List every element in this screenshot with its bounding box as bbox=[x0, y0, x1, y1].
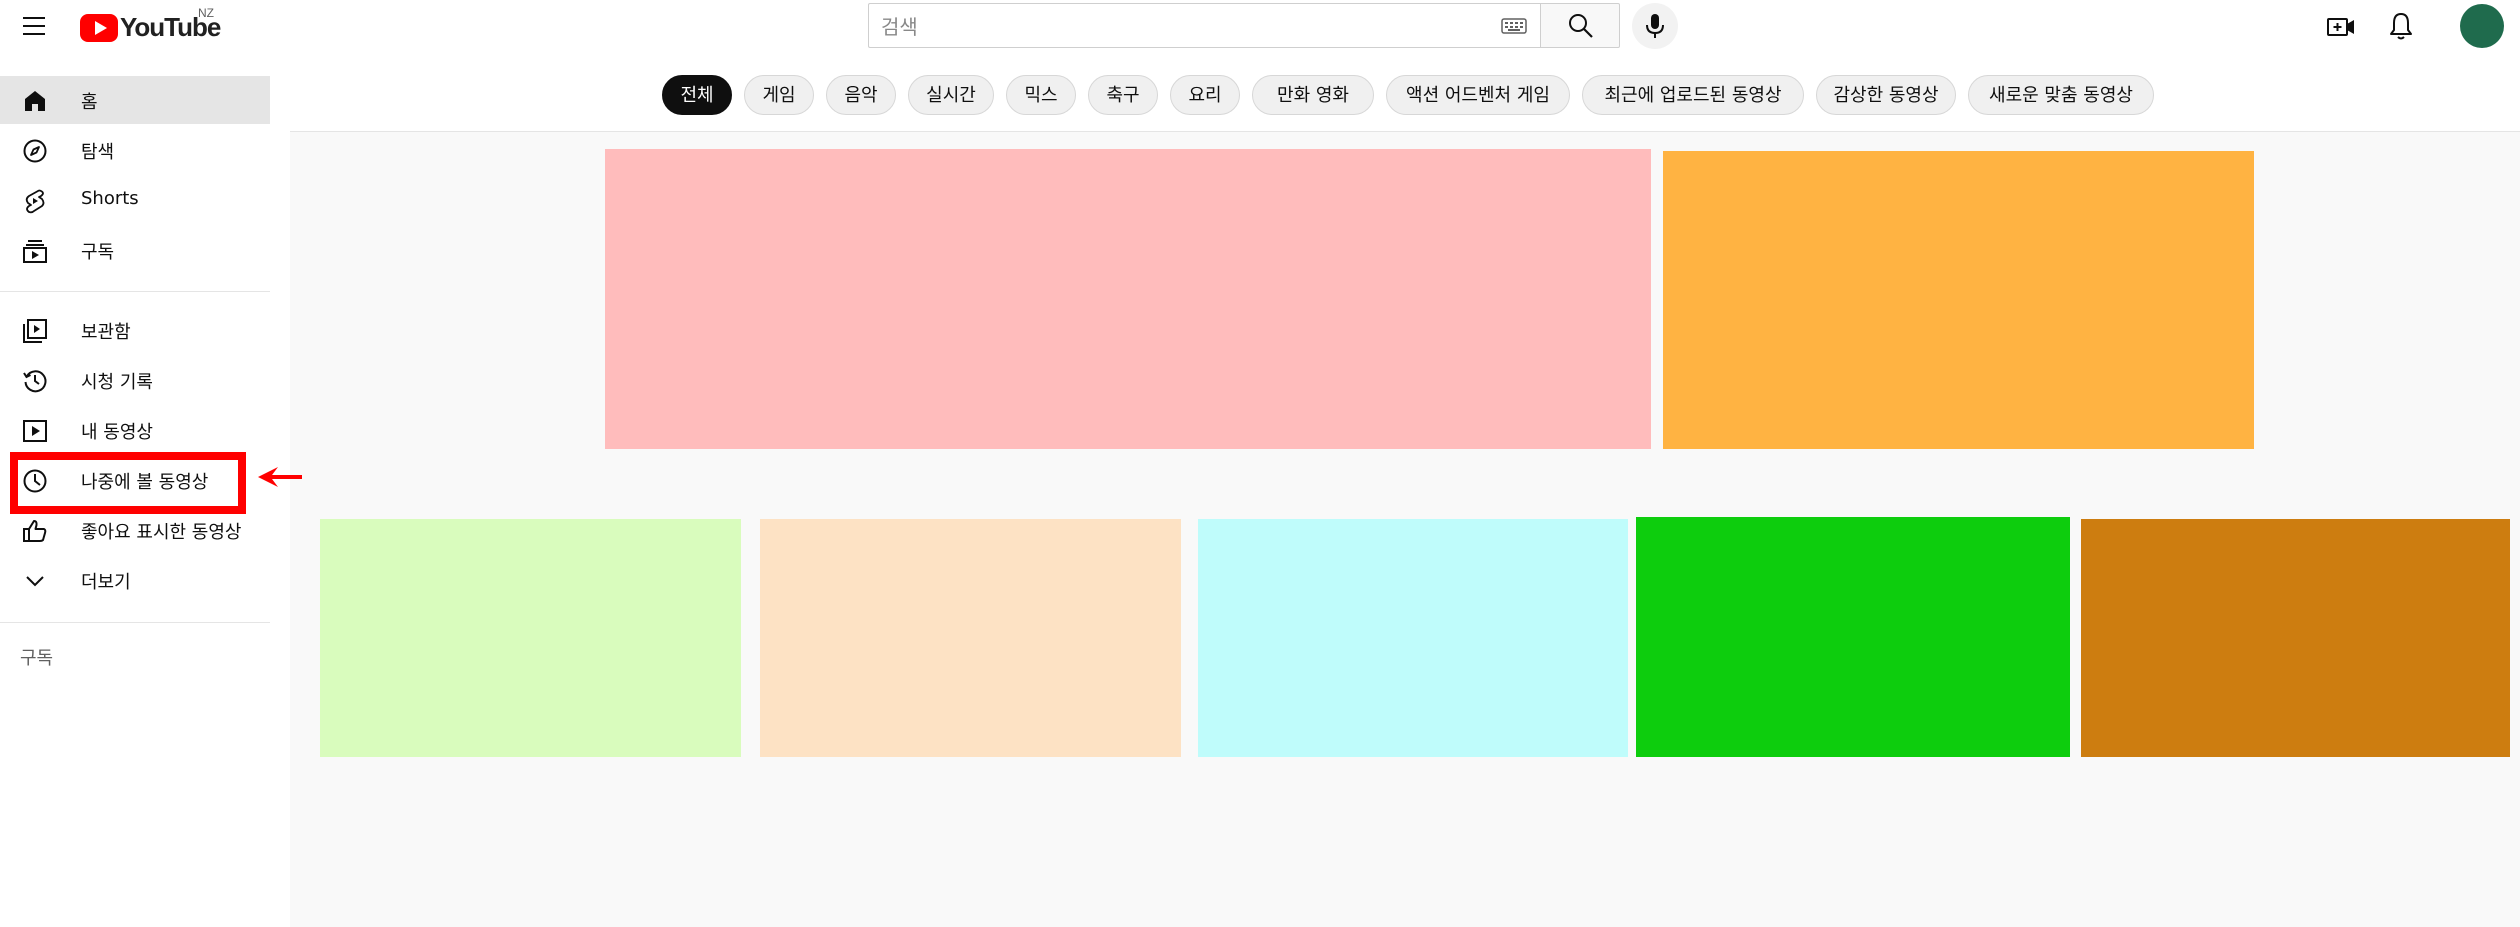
sidebar-item-label: Shorts bbox=[81, 188, 139, 209]
search-icon bbox=[1569, 14, 1593, 38]
sidebar-item-explore[interactable]: 탐색 bbox=[0, 126, 270, 174]
video-thumbnail[interactable] bbox=[2081, 519, 2510, 757]
sidebar-item-label: 시청 기록 bbox=[81, 372, 153, 393]
youtube-logo[interactable]: YouTube NZ bbox=[80, 6, 240, 46]
search-button[interactable] bbox=[1540, 3, 1620, 48]
sidebar-divider bbox=[0, 622, 270, 623]
shorts-icon bbox=[25, 189, 45, 214]
highlight-box bbox=[10, 452, 246, 514]
search-box bbox=[868, 3, 1540, 49]
hamburger-menu-icon[interactable] bbox=[20, 12, 52, 40]
video-thumbnail[interactable] bbox=[605, 149, 1651, 449]
chip-all[interactable]: 전체 bbox=[662, 75, 732, 115]
arrow-left-icon bbox=[258, 467, 302, 487]
sidebar-item-label: 구독 bbox=[81, 242, 115, 263]
explore-icon bbox=[23, 139, 47, 163]
chip-recently-uploaded[interactable]: 최근에 업로드된 동영상 bbox=[1582, 75, 1804, 115]
sidebar-item-history[interactable]: 시청 기록 bbox=[0, 356, 270, 404]
chip-watched[interactable]: 감상한 동영상 bbox=[1816, 75, 1956, 115]
avatar[interactable] bbox=[2460, 4, 2504, 48]
notifications-bell-icon[interactable] bbox=[2386, 10, 2416, 42]
video-thumbnail[interactable] bbox=[1636, 517, 2070, 757]
chip-music[interactable]: 음악 bbox=[826, 75, 896, 115]
video-feed bbox=[290, 132, 2520, 927]
video-thumbnail[interactable] bbox=[320, 519, 741, 757]
library-icon bbox=[23, 319, 47, 343]
category-chips-bar: 전체 게임 음악 실시간 믹스 축구 요리 만화 영화 액션 어드벤처 게임 최… bbox=[290, 60, 2520, 132]
chip-cooking[interactable]: 요리 bbox=[1170, 75, 1240, 115]
sidebar-item-label: 좋아요 표시한 동영상 bbox=[81, 522, 242, 543]
microphone-icon bbox=[1646, 14, 1664, 38]
sidebar-item-home[interactable]: 홈 bbox=[0, 76, 270, 124]
video-thumbnail[interactable] bbox=[1663, 151, 2254, 449]
chip-action-adventure-games[interactable]: 액션 어드벤처 게임 bbox=[1386, 75, 1570, 115]
video-thumbnail[interactable] bbox=[1198, 519, 1628, 757]
sidebar-item-label: 보관함 bbox=[81, 322, 131, 343]
home-icon bbox=[25, 91, 45, 111]
create-video-icon[interactable] bbox=[2326, 12, 2356, 42]
chip-soccer[interactable]: 축구 bbox=[1088, 75, 1158, 115]
youtube-play-logo-icon bbox=[80, 14, 118, 42]
subscriptions-icon bbox=[23, 240, 47, 263]
search-input[interactable] bbox=[879, 4, 1443, 49]
sidebar-item-label: 탐색 bbox=[81, 142, 115, 163]
sidebar-divider bbox=[0, 291, 270, 292]
chip-new-to-you[interactable]: 새로운 맞춤 동영상 bbox=[1968, 75, 2154, 115]
chip-live[interactable]: 실시간 bbox=[908, 75, 994, 115]
chevron-down-icon bbox=[26, 576, 44, 587]
sidebar-item-subscriptions[interactable]: 구독 bbox=[0, 226, 270, 274]
chip-animation[interactable]: 만화 영화 bbox=[1252, 75, 1374, 115]
video-thumbnail[interactable] bbox=[760, 519, 1181, 757]
sidebar-item-label: 홈 bbox=[81, 92, 98, 113]
region-code: NZ bbox=[198, 6, 214, 20]
top-bar: YouTube NZ bbox=[0, 0, 2520, 60]
sidebar-item-show-more[interactable]: 더보기 bbox=[0, 556, 270, 604]
voice-search-button[interactable] bbox=[1632, 3, 1678, 49]
sidebar-item-your-videos[interactable]: 내 동영상 bbox=[0, 406, 270, 454]
sidebar-item-library[interactable]: 보관함 bbox=[0, 306, 270, 354]
sidebar-item-label: 내 동영상 bbox=[81, 422, 153, 443]
sidebar-item-label: 더보기 bbox=[81, 572, 131, 593]
keyboard-icon[interactable] bbox=[1501, 18, 1527, 34]
liked-videos-icon bbox=[23, 520, 47, 542]
subscriptions-heading: 구독 bbox=[20, 648, 54, 669]
chip-gaming[interactable]: 게임 bbox=[744, 75, 814, 115]
sidebar-item-shorts[interactable]: Shorts bbox=[0, 176, 270, 224]
your-videos-icon bbox=[23, 420, 47, 442]
history-icon bbox=[23, 370, 47, 393]
chip-mix[interactable]: 믹스 bbox=[1006, 75, 1076, 115]
